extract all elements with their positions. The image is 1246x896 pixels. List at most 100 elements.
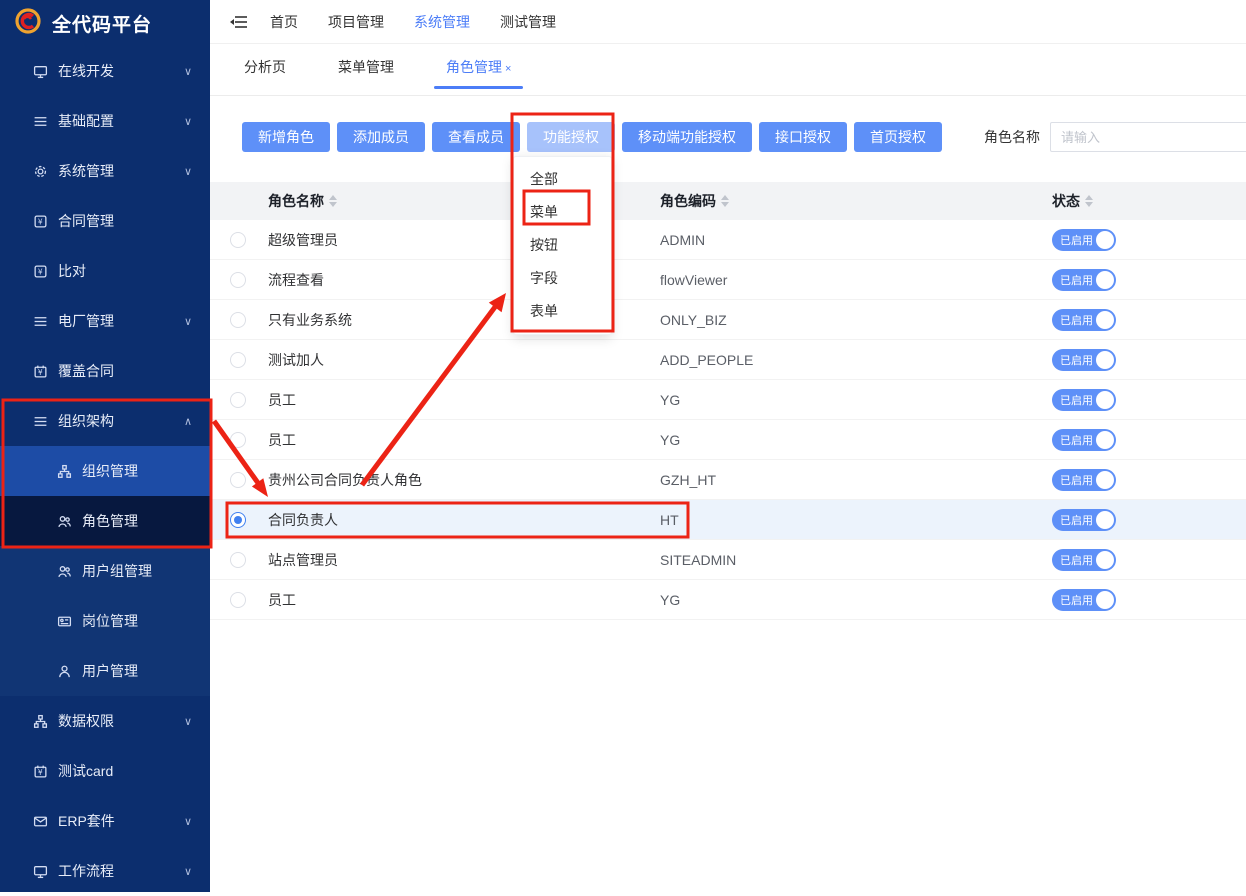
row-radio[interactable] [230, 392, 246, 408]
role-code-cell: GZH_HT [660, 472, 1052, 488]
dropdown-item-button[interactable]: 按钮 [514, 229, 611, 262]
sidebar-item-data-perms[interactable]: 数据权限 ∨ [0, 696, 210, 746]
tab-menu-mgmt[interactable]: 菜单管理 [330, 57, 402, 95]
status-toggle[interactable]: 已启用 [1052, 549, 1116, 571]
row-radio[interactable] [230, 352, 246, 368]
org-chart-icon [56, 463, 72, 479]
add-member-button[interactable]: 添加成员 [337, 122, 425, 152]
role-code-cell: ONLY_BIZ [660, 312, 1052, 328]
sidebar-item-erp-suite[interactable]: ERP套件 ∨ [0, 796, 210, 846]
row-radio[interactable] [230, 472, 246, 488]
status-toggle[interactable]: 已启用 [1052, 269, 1116, 291]
topnav-system-mgmt[interactable]: 系统管理 [414, 12, 470, 32]
sidebar-item-label: 角色管理 [82, 511, 138, 531]
role-name-input[interactable] [1050, 122, 1246, 152]
status-toggle[interactable]: 已启用 [1052, 229, 1116, 251]
table-row[interactable]: 员工 YG 已启用 [210, 580, 1246, 620]
svg-text:¥: ¥ [37, 267, 42, 276]
main-area: 首页 项目管理 系统管理 测试管理 分析页 菜单管理 角色管理× 新增角色 添加… [210, 0, 1246, 892]
menu-fold-icon[interactable] [230, 14, 248, 30]
role-name-cell: 员工 [256, 430, 660, 450]
sidebar-item-test-card[interactable]: ¥ 测试card [0, 746, 210, 796]
role-name-cell: 测试加人 [256, 350, 660, 370]
column-header-role-code[interactable]: 角色编码 [660, 191, 1052, 211]
chevron-down-icon: ∨ [184, 865, 192, 878]
sidebar-item-cover-contract[interactable]: ¥ 覆盖合同 [0, 346, 210, 396]
menu-lines-icon [32, 413, 48, 429]
row-radio[interactable] [230, 232, 246, 248]
sidebar-item-compare[interactable]: ¥ 比对 [0, 246, 210, 296]
table-row[interactable]: 站点管理员 SITEADMIN 已启用 [210, 540, 1246, 580]
column-header-status[interactable]: 状态 [1052, 191, 1246, 211]
row-radio[interactable] [230, 272, 246, 288]
sidebar-item-org-mgmt[interactable]: 组织管理 [0, 446, 210, 496]
row-radio-selected[interactable] [230, 512, 246, 528]
table-row[interactable]: 测试加人 ADD_PEOPLE 已启用 [210, 340, 1246, 380]
row-radio[interactable] [230, 592, 246, 608]
sidebar-item-post-mgmt[interactable]: 岗位管理 [0, 596, 210, 646]
status-toggle[interactable]: 已启用 [1052, 589, 1116, 611]
contract-icon: ¥ [32, 263, 48, 279]
row-radio[interactable] [230, 552, 246, 568]
function-auth-button[interactable]: 功能授权 [527, 122, 615, 152]
dropdown-item-form[interactable]: 表单 [514, 295, 611, 328]
mobile-function-auth-button[interactable]: 移动端功能授权 [622, 122, 752, 152]
calendar-icon: ¥ [32, 363, 48, 379]
tab-role-mgmt[interactable]: 角色管理× [438, 57, 519, 95]
table-row[interactable]: 超级管理员 ADMIN 已启用 [210, 220, 1246, 260]
tab-analysis[interactable]: 分析页 [236, 57, 294, 95]
sidebar-item-user-mgmt[interactable]: 用户管理 [0, 646, 210, 696]
role-name-cell: 员工 [256, 390, 660, 410]
sidebar-item-plant-mgmt[interactable]: 电厂管理 ∨ [0, 296, 210, 346]
topnav-project-mgmt[interactable]: 项目管理 [328, 12, 384, 32]
status-toggle[interactable]: 已启用 [1052, 309, 1116, 331]
gear-icon [32, 163, 48, 179]
role-name-cell: 站点管理员 [256, 550, 660, 570]
brand: 全代码平台 [0, 0, 210, 46]
sidebar-item-role-mgmt[interactable]: 角色管理 [0, 496, 210, 546]
homepage-auth-button[interactable]: 首页授权 [854, 122, 942, 152]
sidebar-item-base-config[interactable]: 基础配置 ∨ [0, 96, 210, 146]
chevron-up-icon: ∧ [184, 415, 192, 428]
sidebar-item-org-structure[interactable]: 组织架构 ∧ [0, 396, 210, 446]
org-chart-icon [32, 713, 48, 729]
status-toggle[interactable]: 已启用 [1052, 429, 1116, 451]
table-row-selected[interactable]: 合同负责人 HT 已启用 [210, 500, 1246, 540]
sidebar-item-workflow[interactable]: 工作流程 ∨ [0, 846, 210, 896]
toolbar: 新增角色 添加成员 查看成员 功能授权 移动端功能授权 接口授权 首页授权 角色… [242, 122, 1246, 152]
chevron-down-icon: ∨ [184, 115, 192, 128]
sidebar-item-label: ERP套件 [58, 811, 115, 831]
table-row[interactable]: 员工 YG 已启用 [210, 380, 1246, 420]
table-row[interactable]: 只有业务系统 ONLY_BIZ 已启用 [210, 300, 1246, 340]
dropdown-item-menu[interactable]: 菜单 [514, 196, 611, 229]
row-radio[interactable] [230, 312, 246, 328]
status-toggle[interactable]: 已启用 [1052, 509, 1116, 531]
roles-icon [56, 513, 72, 529]
table-row[interactable]: 员工 YG 已启用 [210, 420, 1246, 460]
sort-icon[interactable] [1085, 195, 1093, 207]
status-toggle[interactable]: 已启用 [1052, 349, 1116, 371]
status-toggle[interactable]: 已启用 [1052, 469, 1116, 491]
badge-icon [56, 613, 72, 629]
sort-icon[interactable] [329, 195, 337, 207]
sidebar-item-system-mgmt[interactable]: 系统管理 ∨ [0, 146, 210, 196]
sidebar-item-online-dev[interactable]: 在线开发 ∨ [0, 46, 210, 96]
chevron-down-icon: ∨ [184, 815, 192, 828]
topnav-test-mgmt[interactable]: 测试管理 [500, 12, 556, 32]
calendar-icon: ¥ [32, 763, 48, 779]
dropdown-item-all[interactable]: 全部 [514, 163, 611, 196]
sidebar-item-user-group-mgmt[interactable]: 用户组管理 [0, 546, 210, 596]
dropdown-item-field[interactable]: 字段 [514, 262, 611, 295]
sidebar-item-contract-mgmt[interactable]: ¥ 合同管理 [0, 196, 210, 246]
topnav-home[interactable]: 首页 [270, 12, 298, 32]
table-row[interactable]: 流程查看 flowViewer 已启用 [210, 260, 1246, 300]
role-name-cell: 贵州公司合同负责人角色 [256, 470, 660, 490]
status-toggle[interactable]: 已启用 [1052, 389, 1116, 411]
tab-close-icon[interactable]: × [505, 63, 511, 75]
sort-icon[interactable] [721, 195, 729, 207]
view-members-button[interactable]: 查看成员 [432, 122, 520, 152]
add-role-button[interactable]: 新增角色 [242, 122, 330, 152]
table-row[interactable]: 贵州公司合同负责人角色 GZH_HT 已启用 [210, 460, 1246, 500]
row-radio[interactable] [230, 432, 246, 448]
api-auth-button[interactable]: 接口授权 [759, 122, 847, 152]
